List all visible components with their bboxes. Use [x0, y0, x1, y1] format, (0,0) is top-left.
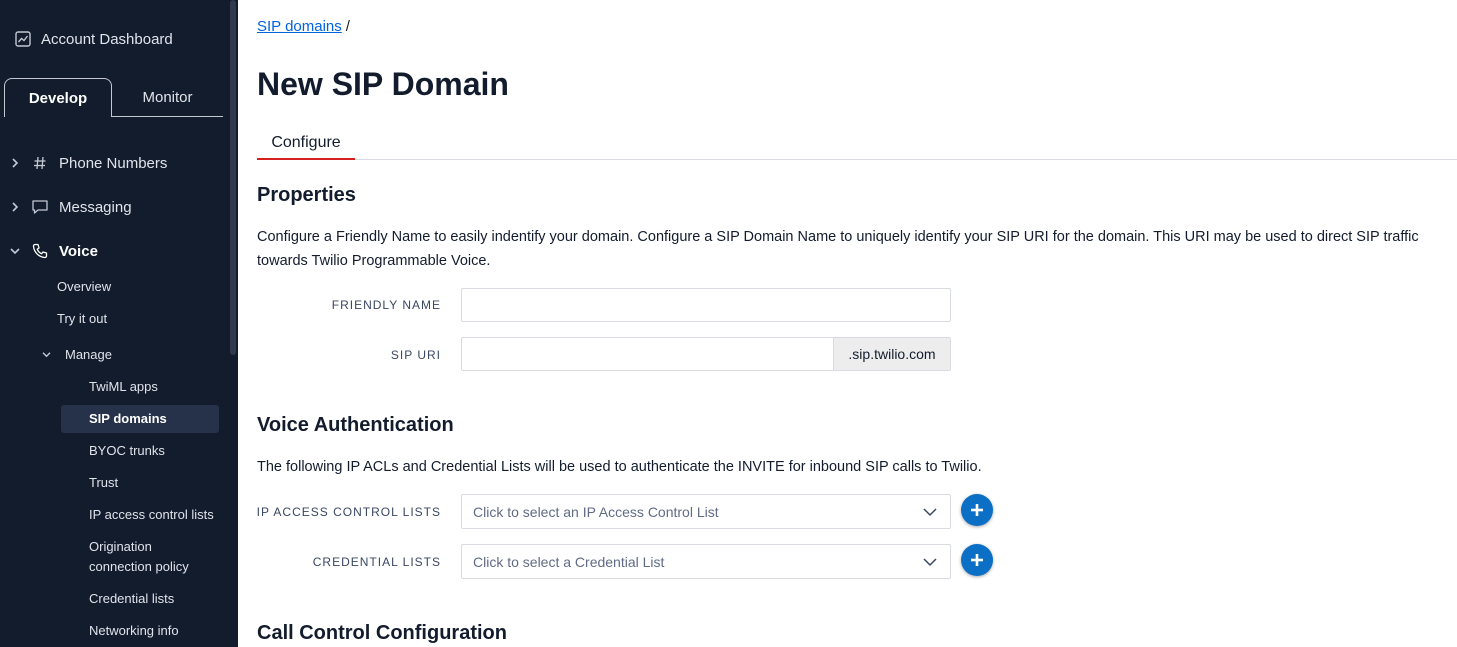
sidebar-item-messaging[interactable]: Messaging: [0, 195, 132, 219]
ip-acl-label: IP ACCESS CONTROL LISTS: [256, 505, 441, 519]
sidebar: Account Dashboard Develop Monitor Phone …: [0, 0, 238, 647]
page-title: New SIP Domain: [257, 66, 509, 102]
add-credential-list-button[interactable]: [961, 544, 993, 576]
account-dashboard-label: Account Dashboard: [41, 30, 173, 48]
sip-uri-suffix: .sip.twilio.com: [833, 338, 950, 370]
ip-acl-select[interactable]: Click to select an IP Access Control Lis…: [461, 494, 951, 529]
sidebar-item-ip-access-control-lists[interactable]: IP access control lists: [89, 505, 224, 525]
properties-title: Properties: [257, 184, 356, 206]
chevron-down-icon: [923, 508, 937, 517]
sidebar-item-phone-numbers[interactable]: Phone Numbers: [0, 151, 167, 175]
sidebar-tabs: Develop Monitor: [4, 78, 223, 117]
plus-icon: [971, 554, 983, 566]
sidebar-item-byoc-trunks[interactable]: BYOC trunks: [89, 441, 224, 461]
chevron-down-icon: [9, 247, 21, 255]
page-tabs: Configure: [257, 130, 1457, 160]
sidebar-item-networking-info[interactable]: Networking info: [89, 621, 224, 641]
properties-description: Configure a Friendly Name to easily inde…: [257, 229, 1419, 269]
friendly-name-label: FRIENDLY NAME: [331, 298, 441, 312]
sidebar-item-sip-domains[interactable]: SIP domains: [89, 409, 224, 429]
main-content: SIP domains / New SIP Domain Configure Pr…: [238, 0, 1457, 647]
chevron-down-icon: [923, 558, 937, 567]
credential-list-placeholder: Click to select a Credential List: [473, 553, 665, 570]
ip-acl-placeholder: Click to select an IP Access Control Lis…: [473, 503, 719, 520]
sidebar-item-label: Voice: [59, 242, 98, 260]
sidebar-item-label: Messaging: [59, 198, 132, 216]
breadcrumb: SIP domains /: [257, 18, 350, 35]
voice-authentication-title: Voice Authentication: [257, 414, 454, 436]
voice-authentication-description: The following IP ACLs and Credential Lis…: [257, 459, 982, 475]
tab-configure[interactable]: Configure: [257, 130, 355, 160]
sidebar-item-label: Manage: [65, 346, 112, 362]
hash-icon: [31, 154, 49, 172]
sidebar-item-manage[interactable]: Manage: [40, 345, 112, 363]
sip-uri-input[interactable]: [462, 338, 833, 370]
phone-icon: [31, 242, 49, 260]
breadcrumb-separator: /: [345, 18, 350, 35]
sidebar-item-credential-lists[interactable]: Credential lists: [89, 589, 224, 609]
tab-develop[interactable]: Develop: [4, 78, 112, 117]
account-dashboard-link[interactable]: Account Dashboard: [14, 28, 173, 50]
tab-monitor[interactable]: Monitor: [112, 78, 223, 117]
message-icon: [31, 198, 49, 216]
chart-icon: [14, 30, 32, 48]
sidebar-item-origination-connection-policy[interactable]: Origination connection policy: [89, 537, 209, 577]
sip-uri-label: SIP URI: [390, 348, 441, 362]
sidebar-item-trust[interactable]: Trust: [89, 473, 224, 493]
sidebar-item-label: Phone Numbers: [59, 154, 168, 172]
add-ip-acl-button[interactable]: [961, 494, 993, 526]
sip-uri-input-group: .sip.twilio.com: [461, 337, 951, 371]
chevron-right-icon: [9, 158, 21, 168]
sidebar-item-try-it-out[interactable]: Try it out: [57, 310, 107, 328]
friendly-name-input[interactable]: [461, 288, 951, 322]
sidebar-item-twiml-apps[interactable]: TwiML apps: [89, 377, 224, 397]
call-control-title: Call Control Configuration: [257, 622, 507, 644]
sidebar-item-voice[interactable]: Voice: [0, 239, 98, 263]
plus-icon: [971, 504, 983, 516]
sidebar-scrollbar[interactable]: [230, 0, 236, 355]
chevron-down-icon: [40, 351, 52, 358]
chevron-right-icon: [9, 202, 21, 212]
breadcrumb-link-sip-domains[interactable]: SIP domains: [257, 18, 342, 35]
credential-list-select[interactable]: Click to select a Credential List: [461, 544, 951, 579]
credential-lists-label: CREDENTIAL LISTS: [312, 555, 441, 569]
sidebar-item-overview[interactable]: Overview: [57, 278, 111, 296]
